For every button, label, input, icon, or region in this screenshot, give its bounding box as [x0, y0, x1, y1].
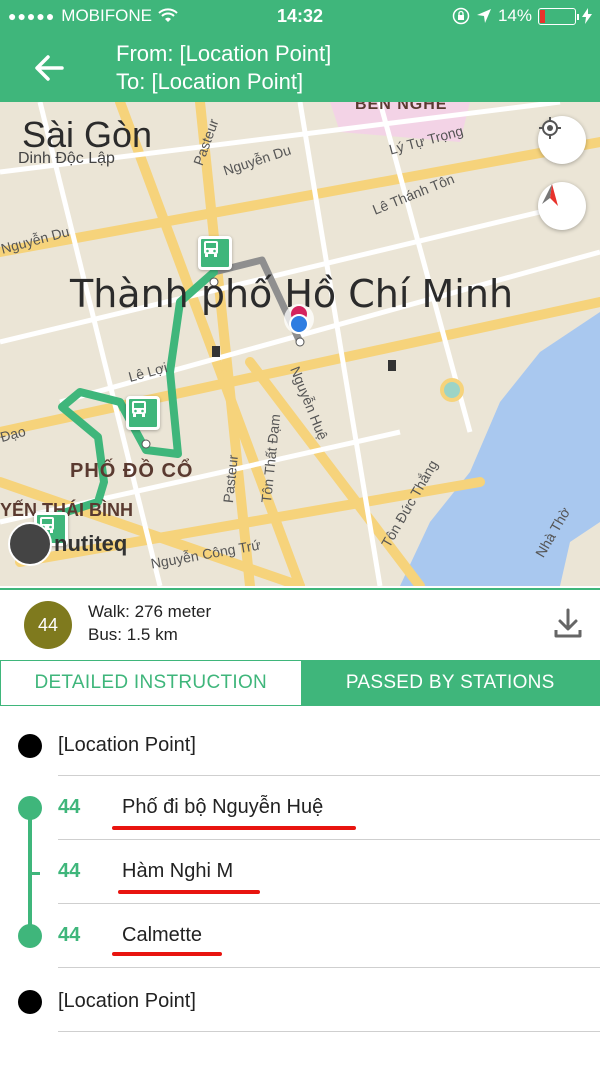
red-annotation-underline	[118, 890, 260, 894]
battery-icon	[538, 7, 579, 25]
station-name: Phố đi bộ Nguyễn Huệ	[122, 796, 324, 818]
station-point-icon	[18, 924, 42, 948]
route-endpoints: From: [Location Point] To: [Location Poi…	[116, 40, 331, 96]
bus-stop-marker[interactable]	[198, 236, 232, 270]
station-name: Hàm Nghi M	[122, 860, 234, 882]
end-point-icon	[18, 990, 42, 1014]
station-point-icon	[18, 796, 42, 820]
locate-button[interactable]	[538, 116, 586, 164]
list-item-start[interactable]: [Location Point]	[0, 712, 600, 776]
from-label: From: [Location Point]	[116, 41, 332, 66]
tab-detailed-instruction[interactable]: DETAILED INSTRUCTION	[0, 660, 301, 706]
list-item-station[interactable]: 44 Calmette	[0, 904, 600, 968]
to-label: To: [Location Point]	[116, 69, 304, 94]
red-annotation-underline	[112, 952, 222, 956]
rotation-lock-icon	[452, 7, 470, 25]
compass-button[interactable]	[538, 182, 586, 230]
bus-icon	[132, 401, 146, 417]
map-label-landmark: Dinh Độc Lập	[18, 150, 115, 167]
charging-bolt-icon	[582, 8, 592, 24]
tab-passed-by-stations[interactable]: PASSED BY STATIONS	[300, 660, 600, 706]
route-summary: 44 Walk: 276 meter Bus: 1.5 km	[0, 588, 600, 660]
list-item-station[interactable]: 44 Hàm Nghi M	[0, 840, 600, 904]
attribution-text: nutiteq	[54, 531, 128, 556]
map-label-ward-top: BẾN NGHÉ	[355, 102, 448, 113]
start-point-icon	[18, 734, 42, 758]
nutiteq-logo-icon	[8, 522, 52, 566]
current-location-pin-icon[interactable]	[282, 302, 316, 346]
bus-stop-marker[interactable]	[126, 396, 160, 430]
bus-icon	[204, 241, 218, 257]
download-icon[interactable]	[548, 604, 588, 644]
list-item-station[interactable]: 44 Phố đi bộ Nguyễn Huệ	[0, 776, 600, 840]
arrow-left-icon[interactable]	[28, 48, 72, 88]
red-annotation-underline	[112, 826, 356, 830]
download-button[interactable]	[548, 604, 588, 644]
status-right: 14%	[452, 6, 592, 26]
list-item-end[interactable]: [Location Point]	[0, 968, 600, 1032]
map-label-quarter: PHỐ ĐỒ CỔ	[70, 460, 194, 482]
start-location: [Location Point]	[58, 734, 196, 756]
compass-icon[interactable]	[538, 182, 562, 210]
map-attribution: nutiteq	[8, 522, 127, 566]
walk-distance: Walk: 276 meter	[88, 602, 212, 621]
back-button[interactable]	[28, 48, 72, 88]
station-route-number: 44	[58, 796, 81, 818]
end-location: [Location Point]	[58, 990, 196, 1012]
battery-percent: 14%	[497, 6, 532, 25]
instruction-tabs: DETAILED INSTRUCTION PASSED BY STATIONS	[0, 660, 600, 706]
route-number-badge: 44	[24, 601, 72, 649]
route-map[interactable]: Sài Gòn Dinh Độc Lập BẾN NGHÉ Thành phố …	[0, 102, 600, 586]
location-arrow-icon	[476, 9, 491, 23]
app-header: ●●●●● MOBIFONE 14:32 14% From: [Location…	[0, 0, 600, 102]
trip-distances: Walk: 276 meter Bus: 1.5 km	[88, 600, 211, 646]
station-route-number: 44	[58, 924, 81, 946]
station-route-number: 44	[58, 860, 81, 882]
divider	[58, 1031, 600, 1032]
status-bar: ●●●●● MOBIFONE 14:32 14%	[0, 0, 600, 34]
bus-distance: Bus: 1.5 km	[88, 625, 178, 644]
station-name: Calmette	[122, 924, 203, 946]
locate-icon[interactable]	[538, 116, 562, 140]
